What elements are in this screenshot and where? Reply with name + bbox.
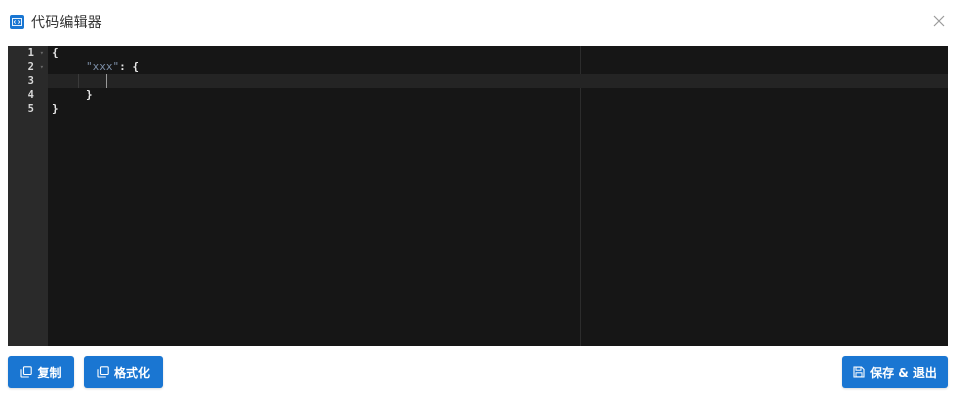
copy-icon — [20, 366, 33, 378]
line-number: 4 — [27, 89, 34, 101]
code-editor-dialog: 代码编辑器 1 ▾ 2 ▾ 3 4 5 {"xxx": {}} 复制 格式… — [0, 0, 958, 394]
text-cursor — [106, 74, 107, 88]
save-button-label: 保存 & 退出 — [870, 365, 937, 380]
dialog-header: 代码编辑器 — [0, 0, 958, 44]
active-line-highlight — [48, 74, 948, 88]
line-number: 1 — [27, 47, 34, 59]
gutter-line: 1 ▾ — [8, 46, 48, 60]
close-button[interactable] — [930, 12, 948, 30]
indent-guide — [78, 74, 79, 88]
code-line: } — [52, 102, 59, 116]
string-token: "xxx" — [86, 60, 120, 73]
line-number-gutter: 1 ▾ 2 ▾ 3 4 5 — [8, 46, 48, 346]
code-line: { — [52, 46, 59, 60]
save-icon — [853, 366, 865, 378]
code-line: } — [86, 88, 93, 102]
print-margin-line — [580, 46, 581, 346]
format-button[interactable]: 格式化 — [84, 356, 163, 388]
code-token: : { — [119, 60, 139, 73]
gutter-line: 5 — [8, 102, 48, 116]
line-number: 2 — [27, 61, 34, 73]
dialog-title: 代码编辑器 — [31, 15, 102, 31]
gutter-line: 4 — [8, 88, 48, 102]
format-icon — [97, 366, 109, 378]
code-token: } — [52, 102, 59, 115]
format-button-label: 格式化 — [113, 365, 150, 380]
fold-arrow-icon[interactable]: ▾ — [40, 60, 44, 74]
fold-arrow-icon[interactable]: ▾ — [40, 46, 44, 60]
code-line: "xxx": { — [86, 60, 139, 74]
code-editor[interactable]: 1 ▾ 2 ▾ 3 4 5 { "xxx": { } } — [8, 46, 948, 346]
line-number: 3 — [27, 75, 34, 87]
copy-button[interactable]: 复制 — [8, 356, 74, 388]
close-icon — [933, 15, 945, 27]
code-icon — [10, 15, 24, 29]
copy-button-label: 复制 — [37, 365, 62, 380]
gutter-line: 3 — [8, 74, 48, 88]
code-token: { — [52, 46, 59, 59]
code-token: } — [86, 88, 93, 101]
save-and-exit-button[interactable]: 保存 & 退出 — [842, 356, 948, 388]
line-number: 5 — [27, 103, 34, 115]
gutter-line: 2 ▾ — [8, 60, 48, 74]
